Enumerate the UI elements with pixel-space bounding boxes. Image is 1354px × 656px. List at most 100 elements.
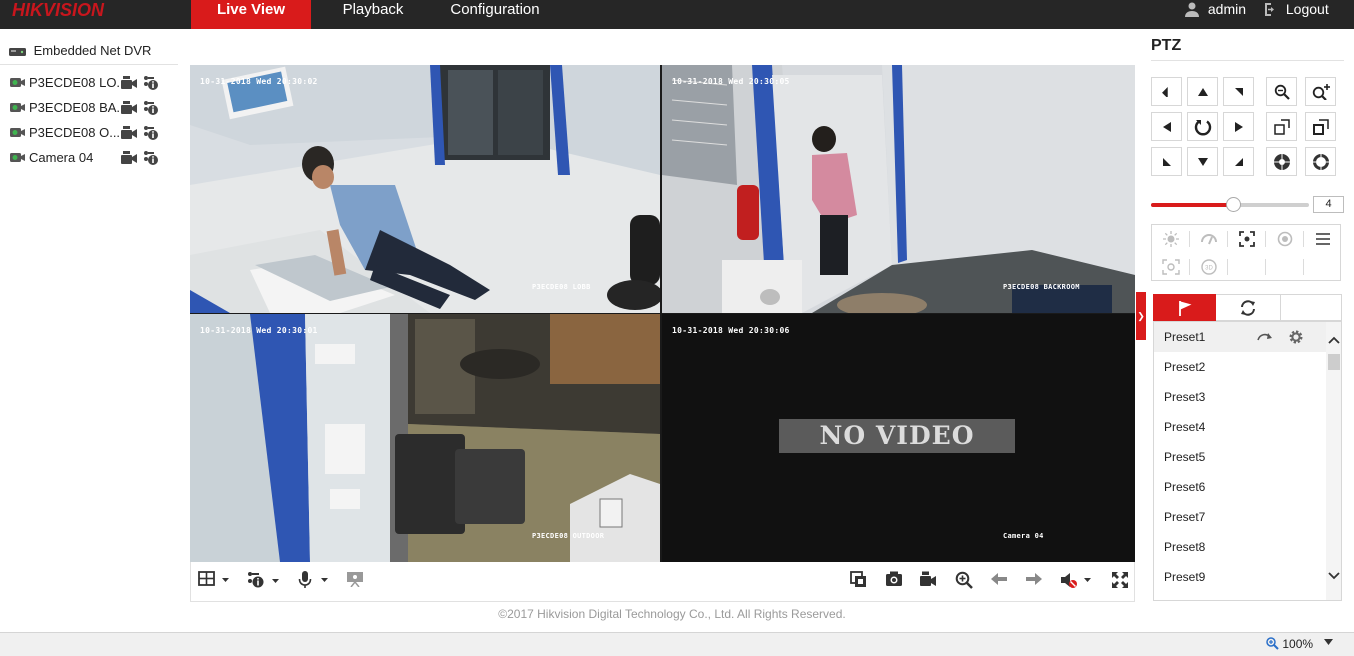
- window-layout-button[interactable]: [198, 571, 232, 591]
- auxiliary-focus-button[interactable]: [1228, 225, 1266, 253]
- start-live-icon[interactable]: [121, 126, 137, 140]
- camera-item-1[interactable]: P3ECDE08 LO...: [10, 74, 170, 92]
- multi-capture-button[interactable]: [850, 571, 868, 591]
- wiper-button[interactable]: [1190, 225, 1228, 253]
- zoom-icon: [1266, 637, 1279, 650]
- ptz-left-button[interactable]: [1151, 112, 1182, 141]
- prev-page-button[interactable]: [990, 571, 1008, 591]
- chevron-down-icon[interactable]: [1324, 639, 1333, 645]
- start-live-icon[interactable]: [121, 151, 137, 165]
- start-live-icon[interactable]: [121, 76, 137, 90]
- aux-focus-icon: [1239, 231, 1255, 247]
- stream-info-icon[interactable]: [143, 100, 159, 116]
- stream-info-icon[interactable]: [143, 75, 159, 91]
- ptz-down-button[interactable]: [1187, 147, 1218, 176]
- speed-slider-handle[interactable]: [1226, 197, 1242, 212]
- zoom-level[interactable]: 100%: [1266, 637, 1313, 651]
- ptz-up-left-button[interactable]: [1151, 77, 1182, 106]
- preset-item[interactable]: Preset9: [1154, 562, 1326, 592]
- user-menu[interactable]: admin: [1184, 0, 1246, 20]
- top-nav-bar: HIKVISION Live View Playback Configurati…: [0, 0, 1354, 29]
- focus-far-icon: [1312, 118, 1329, 135]
- video-pane-3[interactable]: 10-31-2018 Wed 20:30:01 P3ECDE08 OUTDOOR: [190, 314, 660, 562]
- zoom-in-button[interactable]: [1305, 77, 1336, 106]
- preset-item[interactable]: Preset8: [1154, 532, 1326, 562]
- preset-label: Preset5: [1164, 450, 1206, 464]
- iris-open-button[interactable]: [1305, 147, 1336, 176]
- chevron-down-icon[interactable]: [1328, 572, 1340, 580]
- preset-item[interactable]: Preset5: [1154, 442, 1326, 472]
- digital-zoom-button[interactable]: [955, 571, 973, 591]
- chevron-up-icon[interactable]: [1328, 336, 1340, 344]
- stream-select-button[interactable]: [247, 571, 281, 591]
- preset-item[interactable]: Preset2: [1154, 352, 1326, 382]
- ptz-right-button[interactable]: [1223, 112, 1254, 141]
- tv-wall-button[interactable]: [346, 571, 364, 591]
- light-button[interactable]: [1152, 225, 1190, 253]
- gear-icon[interactable]: [1288, 329, 1304, 345]
- camera-item-4[interactable]: Camera 04: [10, 149, 170, 167]
- ptz-auto-button[interactable]: [1187, 112, 1218, 141]
- audio-button[interactable]: [1060, 571, 1094, 591]
- preset-label: Preset7: [1164, 510, 1206, 524]
- preset-label: Preset8: [1164, 540, 1206, 554]
- camera-item-2[interactable]: P3ECDE08 BA...: [10, 99, 170, 117]
- video-pane-4[interactable]: 10-31-2018 Wed 20:30:06 NO VIDEO Camera …: [662, 314, 1135, 562]
- device-tree-root[interactable]: Embedded Net DVR: [9, 42, 151, 62]
- video-pane-2[interactable]: 10-31-2018 Wed 20:30:05 P3ECDE08 BACKROO…: [662, 65, 1135, 313]
- next-page-icon: [1026, 573, 1042, 585]
- 3d-positioning-button[interactable]: 3D: [1190, 253, 1228, 281]
- iris-close-button[interactable]: [1266, 147, 1297, 176]
- preset-item[interactable]: Preset7: [1154, 502, 1326, 532]
- zoom-out-button[interactable]: [1266, 77, 1297, 106]
- osd-camera-name: Camera 04: [1003, 532, 1044, 540]
- backroom-camera-feed: [662, 65, 1135, 313]
- focus-far-button[interactable]: [1305, 112, 1336, 141]
- next-page-button[interactable]: [1025, 571, 1043, 591]
- scrollbar-thumb[interactable]: [1328, 354, 1340, 370]
- call-preset-icon[interactable]: [1257, 331, 1273, 343]
- manual-track-button[interactable]: [1152, 253, 1190, 281]
- arrow-up-right-icon: [1234, 87, 1243, 96]
- preset-item[interactable]: Preset1: [1154, 322, 1326, 352]
- preset-item[interactable]: Preset6: [1154, 472, 1326, 502]
- fullscreen-button[interactable]: [1111, 571, 1129, 591]
- logout-button[interactable]: Logout: [1263, 0, 1329, 20]
- camera-recording-icon: [10, 153, 25, 162]
- preset-scrollbar[interactable]: [1326, 322, 1341, 600]
- menu-icon: [1316, 233, 1330, 245]
- preset-item[interactable]: Preset3: [1154, 382, 1326, 412]
- prev-page-icon: [991, 573, 1007, 585]
- speed-value: 4: [1313, 196, 1344, 213]
- tab-pattern[interactable]: [1280, 294, 1343, 321]
- start-live-icon[interactable]: [121, 101, 137, 115]
- stream-info-icon[interactable]: [143, 125, 159, 141]
- preset-item[interactable]: Preset4: [1154, 412, 1326, 442]
- capture-button[interactable]: [885, 571, 903, 591]
- ptz-down-left-button[interactable]: [1151, 147, 1182, 176]
- camera-item-3[interactable]: P3ECDE08 O...: [10, 124, 170, 142]
- ptz-up-button[interactable]: [1187, 77, 1218, 106]
- record-button[interactable]: [919, 571, 937, 591]
- osd-timestamp: 10-31-2018 Wed 20:30:01: [200, 326, 318, 335]
- more-menu-button[interactable]: [1304, 225, 1342, 253]
- username: admin: [1207, 1, 1247, 17]
- arrow-down-left-icon: [1162, 157, 1171, 166]
- tab-patrol[interactable]: [1216, 294, 1279, 321]
- tab-configuration[interactable]: Configuration: [441, 0, 549, 29]
- ptz-panel-toggle[interactable]: ❯: [1136, 292, 1146, 340]
- focus-near-button[interactable]: [1266, 112, 1297, 141]
- lens-init-icon: [1277, 231, 1293, 247]
- tab-playback[interactable]: Playback: [333, 0, 413, 29]
- stream-info-icon[interactable]: [143, 150, 159, 166]
- lens-init-button[interactable]: [1266, 225, 1304, 253]
- microphone-button[interactable]: [298, 571, 332, 591]
- tab-preset[interactable]: [1153, 294, 1216, 321]
- ptz-down-right-button[interactable]: [1223, 147, 1254, 176]
- osd-timestamp: 10-31-2018 Wed 20:30:02: [200, 77, 318, 86]
- video-pane-1[interactable]: 10-31-2018 Wed 20:30:02 P3ECDE08 LOBB: [190, 65, 660, 313]
- ptz-up-right-button[interactable]: [1223, 77, 1254, 106]
- tab-live-view[interactable]: Live View: [191, 0, 311, 29]
- audio-muted-icon: [1061, 573, 1091, 588]
- ptz-speed-slider[interactable]: [1151, 197, 1309, 212]
